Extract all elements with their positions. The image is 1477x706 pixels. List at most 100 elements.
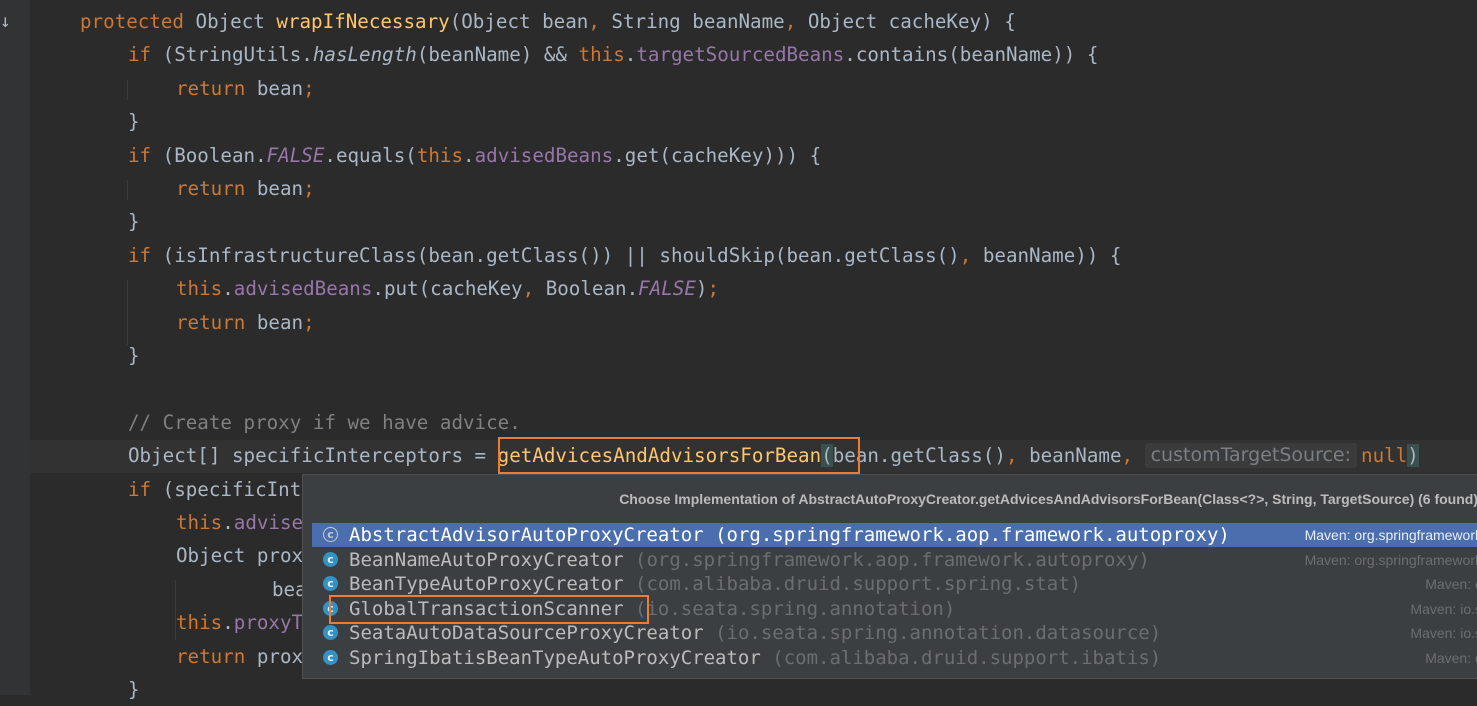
package-name: (io.seata.spring.annotation.datasource) [715,622,1162,645]
code-token: Object prox [176,544,304,568]
code-token: beanName [1029,444,1122,468]
library-source: Maven: c [1425,576,1477,593]
code-token: bean [256,310,304,334]
package-name: (io.seata.spring.annotation) [635,597,956,620]
code-token: FALSE [266,143,325,167]
code-token: beanName)) { [982,243,1122,267]
method-highlight-box [498,437,860,474]
code-line[interactable]: protected Object wrapIfNecessary(Object … [80,5,1016,38]
code-token: protected [80,10,196,33]
code-token: null [1361,444,1408,468]
code-token: .contains(beanName)) { [844,43,1099,67]
code-line[interactable]: if (StringUtils.hasLength(beanName) && t… [128,38,1098,71]
parameter-hint: customTargetSource: [1144,443,1358,469]
code-line[interactable]: } [128,105,140,138]
code-line[interactable]: if (specificInt [128,473,301,506]
code-token: (Object bean [449,10,589,33]
class-name: SpringIbatisBeanTypeAutoProxyCreator [349,647,761,669]
code-token: , [1005,444,1030,468]
code-token: (specificInt [162,477,302,501]
implementation-item[interactable]: c SeataAutoDataSourceProxyCreator (io.sea… [312,621,1477,645]
implementation-item[interactable]: c AbstractAdvisorAutoProxyCreator (org.sp… [312,523,1477,547]
class-icon: c [323,625,338,641]
library-source: Maven: org.springframework [1304,527,1477,543]
class-icon: c [323,650,338,665]
code-token: hasLength [312,43,417,67]
code-token: .put(cacheKey [372,277,523,301]
code-token: Boolean. [545,277,639,301]
code-token: ) [1407,444,1419,468]
code-token: ; [303,177,315,200]
implementation-name: AbstractAdvisorAutoProxyCreator (org.spr… [349,523,1230,547]
code-token: Object [195,10,277,33]
package-name: (com.alibaba.druid.support.spring.stat) [635,573,1082,596]
code-line[interactable]: return bean; [176,172,315,205]
code-token: targetSourcedBeans [636,43,845,67]
code-token: (beanName) && [416,43,579,67]
implementation-item[interactable]: c SpringIbatisBeanTypeAutoProxyCreator (c… [312,646,1477,670]
code-line[interactable]: Object prox [176,539,303,572]
code-line[interactable]: this.advisedBeans.put(cacheKey, Boolean.… [176,272,719,305]
class-icon: c [323,576,338,592]
code-token: Object[] specificInterceptors = [128,444,498,468]
code-line[interactable]: } [128,673,140,706]
code-line[interactable]: this.advise [176,506,303,539]
package-name: (com.alibaba.druid.support.ibatis) [772,647,1162,669]
library-source: Maven: io.s [1410,625,1477,642]
indent-guide [127,180,128,200]
code-line[interactable]: return bean; [176,72,315,105]
class-name: AbstractAdvisorAutoProxyCreator [349,524,704,546]
code-token: return [176,177,257,200]
code-line[interactable]: } [128,205,140,238]
popup-title: Choose Implementation of AbstractAutoPro… [619,491,1477,507]
code-token: this [176,511,223,534]
code-token: return [176,310,257,334]
code-token: , [588,10,612,33]
code-line[interactable]: return prox [176,640,303,673]
code-token: if [128,243,163,267]
code-token: prox [256,644,304,668]
code-token: . [463,143,475,167]
code-token: String beanName [611,10,785,33]
code-token: this [416,143,464,167]
library-source: Maven: io.s [1410,600,1477,617]
code-token: if [128,43,163,67]
implementation-name: SeataAutoDataSourceProxyCreator (io.seat… [349,621,1161,645]
code-token: ; [303,310,315,334]
code-line[interactable]: if (isInfrastructureClass(bean.getClass(… [128,239,1121,272]
library-source: Maven: org.springframework [1304,551,1477,568]
abstract-class-icon: c [323,527,338,542]
implementation-item[interactable]: c BeanTypeAutoProxyCreator (com.alibaba.d… [312,572,1477,596]
code-token: advisedBeans [233,277,373,301]
class-name: BeanTypeAutoProxyCreator [349,573,624,596]
implementation-name: SpringIbatisBeanTypeAutoProxyCreator (co… [349,646,1161,670]
code-line[interactable]: } [128,339,140,372]
code-token: (isInfrastructureClass(bean.getClass()) … [162,243,960,267]
code-token: . [222,511,234,534]
code-token: .equals( [324,143,417,167]
code-line[interactable]: return bean; [176,306,315,339]
choose-implementation-popup[interactable]: Choose Implementation of AbstractAutoPro… [302,474,1477,679]
code-token: this [578,43,625,67]
code-token: (Boolean. [162,143,267,167]
code-token: } [128,678,140,701]
code-token: proxyT [233,611,304,635]
item-highlight-box [329,595,649,624]
implementation-item[interactable]: c BeanNameAutoProxyCreator (org.springfra… [312,548,1477,572]
code-token: ; [303,76,315,100]
code-line[interactable]: // Create proxy if we have advice. [128,406,521,439]
code-token: ; [707,277,720,301]
implementation-name: BeanTypeAutoProxyCreator (com.alibaba.dr… [349,572,1081,596]
code-token: this [176,611,223,635]
package-name: (org.springframework.aop.framework.autop… [635,548,1150,571]
class-name: SeataAutoDataSourceProxyCreator [349,622,704,645]
class-name: BeanNameAutoProxyCreator [349,548,624,571]
class-icon: c [323,551,338,567]
code-token: } [128,210,140,234]
code-line[interactable]: this.proxyT [176,606,303,639]
indent-guide [127,280,128,345]
code-line[interactable]: if (Boolean.FALSE.equals(this.advisedBea… [128,139,821,172]
code-token: advise [233,511,304,534]
code-token: Object cacheKey) { [807,10,1016,33]
code-token: (StringUtils. [162,43,313,67]
